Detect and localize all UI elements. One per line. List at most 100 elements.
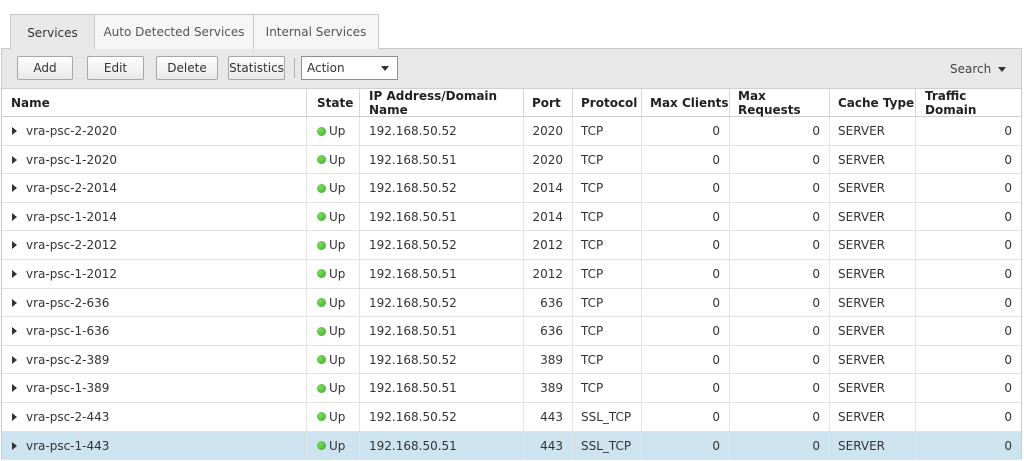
cell-name: vra-psc-2-636 [2,288,307,317]
toolbar-divider [294,58,295,78]
cell-state: Up [307,374,360,403]
service-name: vra-psc-1-389 [26,381,110,396]
cell-ip-address: 192.168.50.51 [360,259,524,288]
table-row[interactable]: vra-psc-1-443 Up 192.168.50.51 443 SSL_TCP 0 0… [2,431,1021,461]
status-up-icon [317,441,326,451]
cell-port: 389 [524,345,573,374]
status-up-icon [317,355,326,365]
tab-internal-services[interactable]: Internal Services [253,14,379,49]
cell-name: vra-psc-1-2020 [2,145,307,174]
state-label: Up [329,209,346,224]
status-up-icon [317,212,326,222]
cell-max-clients: 0 [642,202,730,231]
cell-port: 2020 [524,145,573,174]
action-select[interactable]: Action [301,56,398,80]
cell-port: 636 [524,288,573,317]
statistics-button[interactable]: Statistics [228,56,285,80]
service-name: vra-psc-1-2020 [26,152,118,167]
tab-services[interactable]: Services [10,14,95,50]
chevron-right-icon[interactable] [12,241,17,250]
cell-ip-address: 192.168.50.51 [360,145,524,174]
search-button[interactable]: Search [950,61,1007,77]
cell-name: vra-psc-2-443 [2,402,307,431]
cell-max-clients: 0 [642,231,730,260]
cell-traffic-domain: 0 [1004,324,1012,339]
chevron-right-icon[interactable] [12,212,17,221]
column-header-port[interactable]: Port [524,89,573,116]
cell-protocol: TCP [573,145,642,174]
chevron-right-icon[interactable] [12,441,17,450]
cell-traffic-domain: 0 [1004,209,1012,224]
cell-protocol: TCP [573,202,642,231]
chevron-right-icon[interactable] [12,269,17,278]
cell-state: Up [307,288,360,317]
status-up-icon [317,240,326,250]
cell-max-clients: 0 [642,374,730,403]
column-header-cache-type[interactable]: Cache Type [830,89,916,116]
cell-traffic-domain: 0 [1004,352,1012,367]
chevron-right-icon[interactable] [12,298,17,307]
edit-button[interactable]: Edit [87,56,144,80]
table-row[interactable]: vra-psc-2-2020 Up 192.168.50.52 2020 TCP 0 0 SE… [2,117,1021,146]
chevron-right-icon[interactable] [12,412,17,421]
cell-traffic-domain: 0 [1004,238,1012,253]
table-row[interactable]: vra-psc-1-2020 Up 192.168.50.51 2020 TCP 0 0 SE… [2,145,1021,175]
status-up-icon [317,298,326,308]
cell-state: Up [307,259,360,288]
cell-ip-address: 192.168.50.51 [360,202,524,231]
table-row[interactable]: vra-psc-1-2012 Up 192.168.50.51 2012 TCP 0 0 SE… [2,259,1021,289]
cell-max-requests: 0 [730,345,830,374]
cell-cache-type: SERVER [830,259,916,288]
table-row[interactable]: vra-psc-2-389 Up 192.168.50.52 389 TCP 0 0 SERV… [2,345,1021,375]
chevron-right-icon[interactable] [12,327,17,336]
status-up-icon [317,412,326,422]
chevron-right-icon[interactable] [12,127,17,135]
table-row[interactable]: vra-psc-1-389 Up 192.168.50.51 389 TCP 0 0 SERV… [2,374,1021,403]
chevron-right-icon[interactable] [12,155,17,164]
state-label: Up [329,295,346,310]
cell-traffic-domain: 0 [1004,295,1012,310]
cell-max-requests: 0 [730,402,830,431]
table-row[interactable]: vra-psc-2-2014 Up 192.168.50.52 2014 TCP 0 0 SE… [2,174,1021,203]
chevron-down-icon [998,66,1007,72]
cell-max-clients: 0 [642,317,730,346]
table-row[interactable]: vra-psc-1-2014 Up 192.168.50.51 2014 TCP 0 0 SE… [2,202,1021,232]
column-header-protocol[interactable]: Protocol [573,89,642,116]
table-row[interactable]: vra-psc-1-636 Up 192.168.50.51 636 TCP 0 0 SERV… [2,317,1021,346]
status-up-icon [317,183,326,193]
state-label: Up [329,266,346,281]
column-header-max-requests[interactable]: Max Requests [730,89,830,117]
tab-bar: Services Auto Detected Services Internal… [10,14,379,50]
cell-traffic-domain: 0 [1004,124,1012,138]
cell-protocol: TCP [573,259,642,288]
cell-protocol: TCP [573,345,642,374]
column-header-max-clients[interactable]: Max Clients [642,89,730,116]
cell-name: vra-psc-2-2014 [2,174,307,203]
tab-auto-detected-services[interactable]: Auto Detected Services [94,14,254,49]
cell-port: 2012 [524,259,573,288]
column-header-traffic-domain[interactable]: Traffic Domain [916,89,1021,117]
column-header-name[interactable]: Name [2,89,307,116]
chevron-right-icon[interactable] [12,184,17,193]
cell-ip-address: 192.168.50.52 [360,117,524,145]
table-row[interactable]: vra-psc-2-636 Up 192.168.50.52 636 TCP 0 0 SERV… [2,288,1021,318]
column-header-state[interactable]: State [307,89,360,116]
column-header-ip-address[interactable]: IP Address/Domain Name [360,89,524,117]
cell-protocol: TCP [573,374,642,403]
cell-ip-address: 192.168.50.52 [360,231,524,260]
cell-state: Up [307,345,360,374]
cell-cache-type: SERVER [830,402,916,431]
cell-traffic-domain: 0 [1004,438,1012,453]
action-select-value: Action [307,61,345,75]
cell-port: 389 [524,374,573,403]
cell-cache-type: SERVER [830,317,916,346]
chevron-right-icon[interactable] [12,384,17,393]
chevron-right-icon[interactable] [12,355,17,364]
add-button[interactable]: Add [17,56,73,80]
delete-button[interactable]: Delete [156,56,218,80]
state-label: Up [329,324,346,339]
table-row[interactable]: vra-psc-2-443 Up 192.168.50.52 443 SSL_TCP 0 0… [2,402,1021,432]
table-row[interactable]: vra-psc-2-2012 Up 192.168.50.52 2012 TCP 0 0 SE… [2,231,1021,260]
cell-traffic-domain: 0 [1004,152,1012,167]
status-up-icon [317,126,326,136]
